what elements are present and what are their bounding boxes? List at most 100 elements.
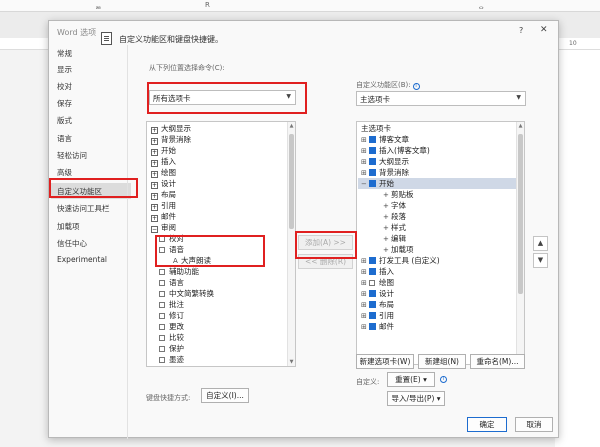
checkbox-checked[interactable] [369,312,376,319]
collapse-icon[interactable]: − [151,226,158,233]
list-item[interactable]: + 绘图 [151,167,176,178]
list-item[interactable]: 修订 [159,310,184,321]
checkbox-checked[interactable] [369,290,376,297]
list-item[interactable]: + 布局 [151,189,176,200]
expand-icon[interactable]: ⊞ [361,136,367,144]
list-item[interactable]: 更改 [159,321,184,332]
expand-icon[interactable] [159,269,165,275]
new-group-button[interactable]: 新建组(N) [418,354,466,369]
list-item[interactable]: 保护 [159,343,184,354]
expand-icon[interactable]: ⊞ [361,268,367,276]
tree-item[interactable]: ⊞ 邮件 [361,321,394,332]
new-tab-button[interactable]: 新建选项卡(W) [356,354,414,369]
list-item[interactable]: + 设计 [151,178,176,189]
expand-icon[interactable] [159,324,165,330]
left-list-scrollbar[interactable]: ▲ ▼ [287,122,295,366]
tree-item[interactable]: ⊞ 插入(博客文章) [361,145,430,156]
checkbox-checked[interactable] [369,323,376,330]
expand-icon[interactable] [159,313,165,319]
expand-icon[interactable]: ⊞ [361,158,367,166]
expand-icon[interactable]: + [383,235,389,243]
expand-icon[interactable]: + [151,149,158,156]
expand-icon[interactable] [159,302,165,308]
import-export-button[interactable]: 导入/导出(P) ▾ [387,391,445,406]
expand-icon[interactable]: + [151,160,158,167]
list-item[interactable]: + 大纲显示 [151,123,191,134]
scroll-up-icon[interactable]: ▲ [517,123,524,129]
move-down-button[interactable]: ▼ [533,253,548,268]
nav-item-accessibility[interactable]: 轻松访问 [57,150,87,161]
list-item[interactable]: + 插入 [151,156,176,167]
expand-icon[interactable]: ⊞ [361,323,367,331]
tree-item[interactable]: ⊞ 插入 [361,266,394,277]
expand-icon[interactable]: ⊞ [361,301,367,309]
tree-item[interactable]: + 编辑 [383,233,406,244]
nav-item-quick-access-toolbar[interactable]: 快速访问工具栏 [57,203,110,214]
expand-icon[interactable]: + [383,224,389,232]
expand-icon[interactable]: + [151,182,158,189]
checkbox-unchecked[interactable] [369,280,375,286]
checkbox-checked[interactable] [369,136,376,143]
tree-item[interactable]: + 加载项 [383,244,414,255]
list-item[interactable]: 比较 [159,332,184,343]
expand-icon[interactable]: + [151,171,158,178]
scrollbar-thumb[interactable] [518,134,523,294]
tree-item[interactable]: ⊞ 大纲显示 [361,156,409,167]
nav-item-general[interactable]: 常规 [57,48,72,59]
ok-button[interactable]: 确定 [467,417,507,432]
nav-item-trust-center[interactable]: 信任中心 [57,238,87,249]
rename-button[interactable]: 重命名(M)... [470,354,525,369]
nav-item-language[interactable]: 语言 [57,133,72,144]
tree-item[interactable]: + 剪贴板 [383,189,414,200]
nav-item-display[interactable]: 显示 [57,64,72,75]
list-item[interactable]: 辅助功能 [159,266,199,277]
expand-icon[interactable]: ⊞ [361,279,367,287]
expand-icon[interactable]: + [383,246,389,254]
tree-item[interactable]: ⊞ 引用 [361,310,394,321]
ribbon-tabs-tree[interactable]: 主选项卡 ⊞ 博客文章 ⊞ 插入(博客文章) ⊞ 大纲显示 ⊞ 背景消除 − 开始 + 剪贴… [356,121,525,365]
checkbox-checked[interactable] [369,257,376,264]
customize-shortcuts-button[interactable]: 自定义(I)... [201,388,249,403]
expand-icon[interactable]: + [151,204,158,211]
expand-icon[interactable]: + [151,138,158,145]
tree-item[interactable]: ⊞ 打发工具 (自定义) [361,255,440,266]
expand-icon[interactable]: ⊞ [361,290,367,298]
list-item[interactable]: − 审阅 [151,222,176,233]
scrollbar-thumb[interactable] [289,134,294,229]
list-item[interactable]: + 背景消除 [151,134,191,145]
expand-icon[interactable] [159,346,165,352]
tree-item-selected[interactable]: − 开始 [358,178,516,189]
collapse-icon[interactable]: − [361,180,367,188]
expand-icon[interactable] [159,357,165,363]
expand-icon[interactable] [159,335,165,341]
tree-item[interactable]: + 字体 [383,200,406,211]
checkbox-checked[interactable] [369,169,376,176]
expand-icon[interactable] [159,291,165,297]
expand-icon[interactable]: ⊞ [361,147,367,155]
checkbox-checked[interactable] [369,301,376,308]
checkbox-checked[interactable] [369,158,376,165]
checkbox-checked[interactable] [369,180,376,187]
nav-item-add-ins[interactable]: 加载项 [57,221,80,232]
tree-item[interactable]: + 样式 [383,222,406,233]
tree-item[interactable]: + 段落 [383,211,406,222]
nav-item-experimental[interactable]: Experimental [57,255,107,264]
tree-item[interactable]: ⊞ 背景消除 [361,167,409,178]
expand-icon[interactable]: ⊞ [361,257,367,265]
expand-icon[interactable]: + [151,193,158,200]
help-icon[interactable]: ? [519,26,523,35]
move-up-button[interactable]: ▲ [533,236,548,251]
checkbox-checked[interactable] [369,268,376,275]
right-tree-scrollbar[interactable]: ▲ ▼ [516,122,524,364]
list-item[interactable]: + 邮件 [151,211,176,222]
list-item[interactable]: 墨迹 [159,354,184,365]
scroll-up-icon[interactable]: ▲ [288,123,295,129]
expand-icon[interactable]: + [151,215,158,222]
reset-button[interactable]: 重置(E) ▾ [387,372,435,387]
expand-icon[interactable]: ⊞ [361,312,367,320]
tree-item[interactable]: ⊞ 布局 [361,299,394,310]
list-item[interactable]: 批注 [159,299,184,310]
checkbox-checked[interactable] [369,147,376,154]
expand-icon[interactable]: + [383,202,389,210]
list-item[interactable]: 中文简繁转换 [159,288,214,299]
